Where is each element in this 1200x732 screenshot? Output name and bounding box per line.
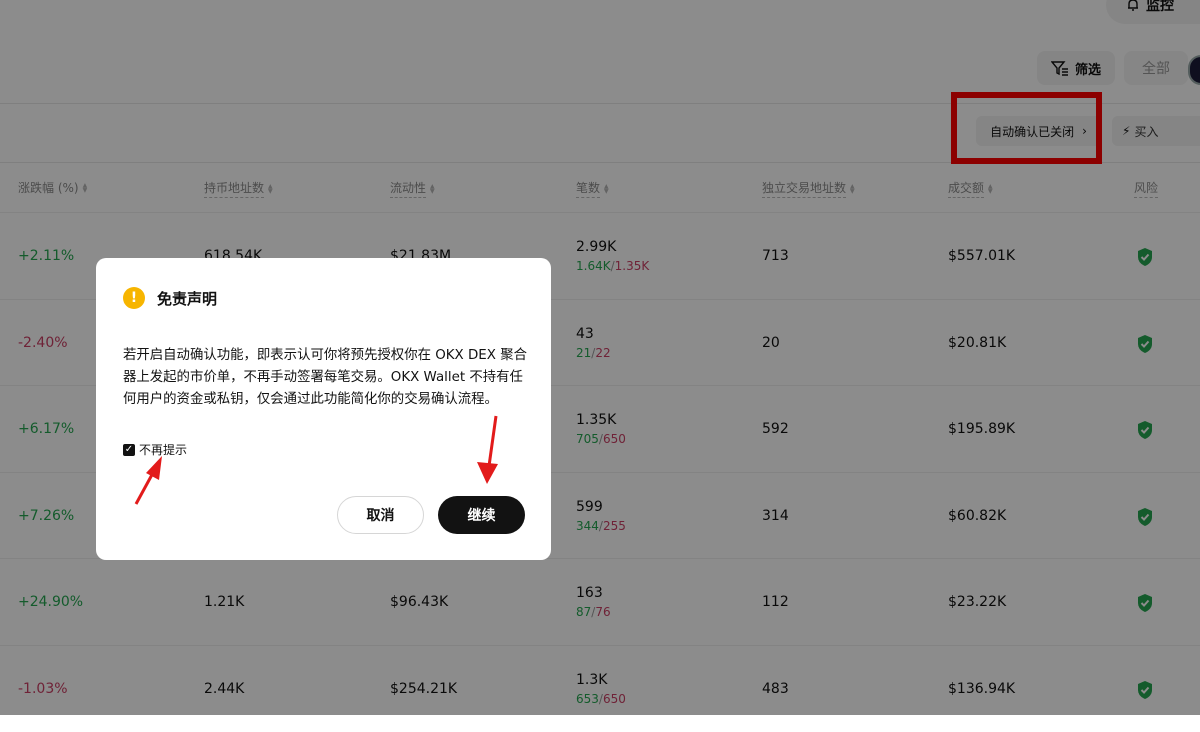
cancel-button[interactable]: 取消 [337, 496, 424, 534]
dialog-body: 若开启自动确认功能，即表示认可你将预先授权你在 OKX DEX 聚合器上发起的市… [123, 348, 527, 407]
dont-show-again[interactable]: ✓ 不再提示 [123, 441, 187, 458]
checkbox-label: 不再提示 [139, 443, 188, 457]
disclaimer-dialog: ! 免责声明 若开启自动确认功能，即表示认可你将预先授权你在 OKX DEX 聚… [96, 258, 551, 560]
continue-button[interactable]: 继续 [438, 496, 525, 534]
checkbox-checked-icon[interactable]: ✓ [123, 443, 135, 456]
warning-icon: ! [123, 287, 145, 309]
token-list-page: 监控 筛选 全部 自动确认已关闭 › ⚡ 买入 涨跌幅 (%) ▲ ▼ 持币地址数 ▲… [0, 0, 1200, 715]
dialog-title: 免责声明 [157, 289, 218, 308]
dialog-header: ! 免责声明 [123, 287, 217, 309]
